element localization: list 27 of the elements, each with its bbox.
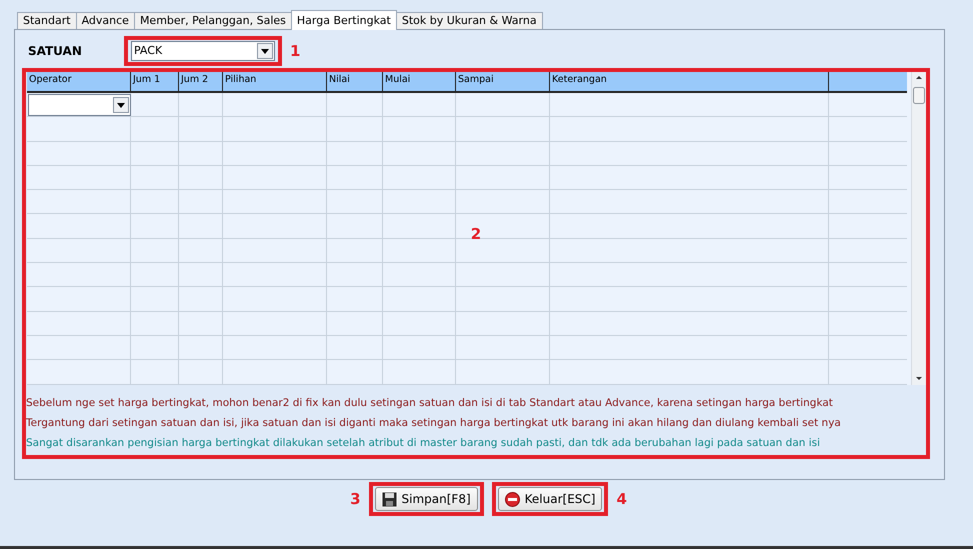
satuan-label: SATUAN [28,43,83,60]
callout-number: 3 [350,488,361,510]
column-header[interactable]: Keterangan [550,72,829,91]
callout-number: 4 [616,488,627,510]
column-header[interactable]: Mulai [383,72,456,91]
column-header[interactable]: Operator [27,72,131,91]
tab[interactable]: Member, Pelanggan, Sales [134,12,292,29]
note-text: Sangat disarankan pengisian harga bertingkat dilakukan setelah atribut di master barang sudah pasti, dan tdk ada berubahan lagi pada satuan dan isi [26,436,822,451]
tab[interactable]: Stok by Ukuran & Warna [396,12,543,29]
exit-button[interactable]: Keluar[ESC] [498,487,602,511]
stop-sign-icon [504,492,520,506]
save-button[interactable]: Simpan[F8] [374,487,478,511]
tab[interactable]: Advance [76,12,135,29]
scrollbar[interactable] [911,72,926,385]
callout-number: 1 [290,40,300,62]
operator-dropdown[interactable] [28,94,131,116]
column-header[interactable]: Jum 1 [131,72,179,91]
column-header[interactable]: Sampai [456,72,550,91]
column-header[interactable]: Pilihan [223,72,327,91]
tab[interactable]: Standart [17,12,77,29]
tab[interactable]: Harga Bertingkat [290,10,397,30]
callout-number: 2 [470,224,482,245]
note-text: Tergantung dari setingan satuan dan isi, jika satuan dan isi diganti maka setingan harga bertingkat utk barang ini akan hilang dan diulang kembali set nya [26,416,842,431]
note-text: Sebelum nge set harga bertingkat, mohon benar2 di fix kan dulu setingan satuan dan isi di tab Standart atau Advance, karena setingan harga bertingkat [26,396,834,411]
unit-dropdown[interactable]: PACK [131,41,275,61]
column-header[interactable]: Jum 2 [179,72,223,91]
column-header[interactable]: Nilai [327,72,383,91]
